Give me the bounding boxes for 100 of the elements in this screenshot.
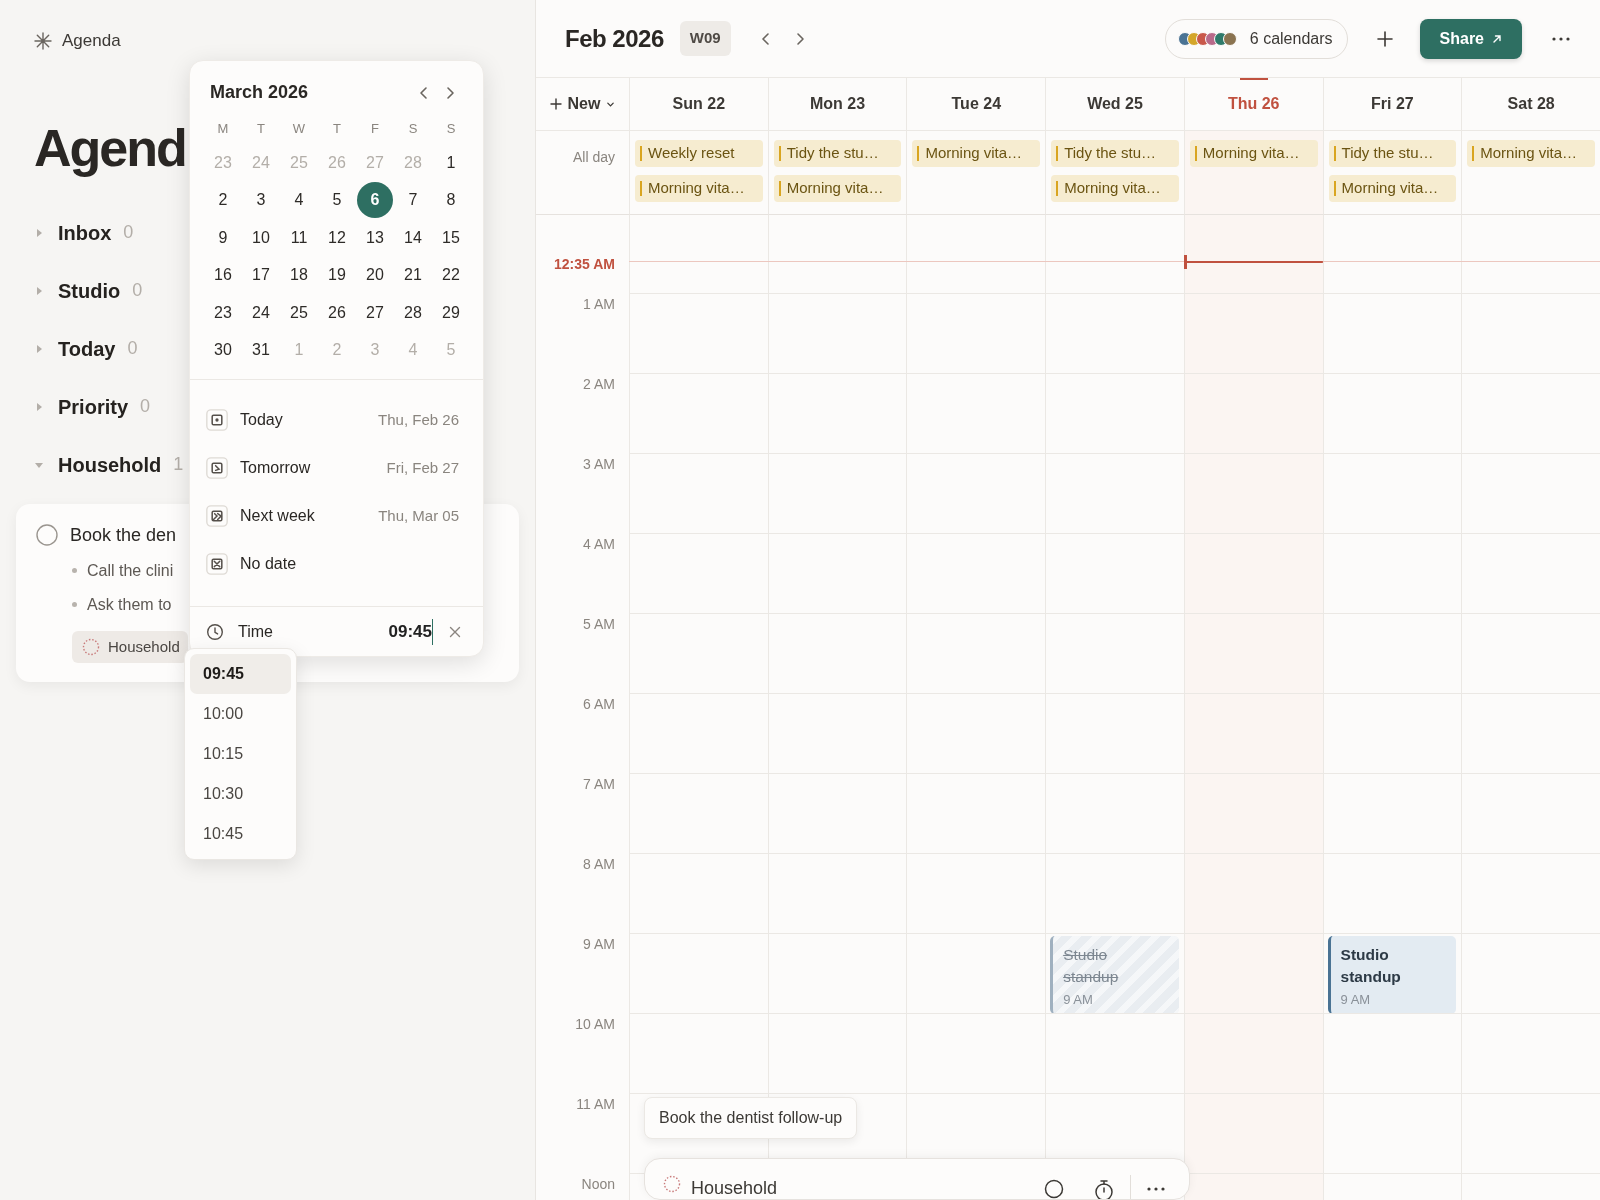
calendar-day[interactable]: 4 xyxy=(281,182,317,219)
day-header: Tue 24 xyxy=(906,78,1046,131)
calendar-day[interactable]: 26 xyxy=(319,294,355,331)
clock-icon xyxy=(206,622,224,641)
calendar-day[interactable]: 16 xyxy=(205,257,241,294)
dotted-circle-icon xyxy=(663,1175,681,1193)
hour-label: 10 AM xyxy=(575,1016,615,1032)
all-day-event[interactable]: Tidy the stu… xyxy=(773,140,902,167)
hour-label: 9 AM xyxy=(583,936,615,952)
date-shortcut[interactable]: No date xyxy=(190,540,483,588)
calendar-day[interactable]: 9 xyxy=(205,219,241,256)
hour-label: 11 AM xyxy=(576,1096,615,1112)
share-button[interactable]: Share xyxy=(1419,18,1522,59)
date-shortcut[interactable]: Tomorrow Fri, Feb 27 xyxy=(190,444,483,492)
calendar-day[interactable]: 15 xyxy=(433,219,469,256)
date-shortcut[interactable]: Today Thu, Feb 26 xyxy=(190,396,483,444)
calendar-day[interactable]: 2 xyxy=(205,182,241,219)
calendar-day[interactable]: 22 xyxy=(433,257,469,294)
new-button[interactable]: New xyxy=(536,78,629,131)
calendar-day[interactable]: 28 xyxy=(395,294,431,331)
caret-icon[interactable] xyxy=(34,227,44,238)
hour-label: 1 AM xyxy=(583,296,615,312)
calendar-day[interactable]: 20 xyxy=(357,257,393,294)
plus-icon xyxy=(1375,29,1394,48)
calendar-day[interactable]: 24 xyxy=(243,294,279,331)
time-option[interactable]: 10:30 xyxy=(190,774,291,814)
hour-label: 2 AM xyxy=(583,376,615,392)
calendar-day[interactable]: 17 xyxy=(243,257,279,294)
month-title: March 2026 xyxy=(210,81,310,104)
all-day-event[interactable]: Weekly reset xyxy=(635,140,763,167)
calendar-day[interactable]: 7 xyxy=(395,182,431,219)
calendar-day[interactable]: 19 xyxy=(319,257,355,294)
time-option[interactable]: 10:45 xyxy=(190,814,291,854)
group-label[interactable]: Inbox xyxy=(58,217,112,248)
event-title: Studio standup xyxy=(1063,945,1120,987)
time-option[interactable]: 10:15 xyxy=(190,734,291,774)
all-day-event[interactable]: Tidy the stu… xyxy=(1051,140,1179,167)
calendar-day[interactable]: 13 xyxy=(357,219,393,256)
calendar-day[interactable]: 31 xyxy=(243,332,279,369)
clear-button[interactable] xyxy=(449,625,461,638)
tag-label: Household xyxy=(108,636,180,657)
hour-label: 8 AM xyxy=(583,856,615,872)
calendar-day[interactable]: 30 xyxy=(205,332,241,369)
date-shortcut[interactable]: Next week Thu, Mar 05 xyxy=(190,492,483,540)
calendar-day[interactable]: 14 xyxy=(395,219,431,256)
calendar-day[interactable]: 3 xyxy=(243,182,279,219)
calendar-day[interactable]: 25 xyxy=(281,294,317,331)
time-field[interactable]: 09:45 xyxy=(363,619,433,645)
task-checkbox[interactable] xyxy=(36,524,58,546)
hour-label: Noon xyxy=(581,1176,615,1192)
group-count: 1 xyxy=(173,453,184,476)
calendars-button[interactable]: 6 calendars xyxy=(1164,18,1348,59)
dragged-task-chip[interactable]: Book the dentist follow-up xyxy=(644,1097,858,1139)
event-time: 9 AM xyxy=(1063,991,1094,1010)
bullet-icon xyxy=(72,568,77,573)
time-option[interactable]: 10:00 xyxy=(190,694,291,734)
all-day-event[interactable]: Morning vita… xyxy=(773,175,902,202)
calendar-day[interactable]: 18 xyxy=(281,257,317,294)
hour-label: 4 AM xyxy=(583,536,615,552)
day-header: Wed 25 xyxy=(1045,78,1184,131)
dotted-circle-icon xyxy=(82,637,100,656)
calendar-day[interactable]: 6 xyxy=(357,182,393,219)
all-day-event[interactable]: Morning vita… xyxy=(1328,175,1457,202)
calendar-day[interactable]: 10 xyxy=(243,219,279,256)
week-badge: W09 xyxy=(679,21,731,56)
day-header: Fri 27 xyxy=(1322,78,1462,131)
all-day-event[interactable]: Morning vita… xyxy=(912,140,1041,167)
weekday-label: S xyxy=(408,120,418,139)
caret-icon[interactable] xyxy=(34,401,44,412)
group-label[interactable]: Studio xyxy=(58,275,121,306)
hour-label: 7 AM xyxy=(583,776,615,792)
time-option[interactable]: 09:45 xyxy=(190,654,291,694)
all-day-event[interactable]: Tidy the stu… xyxy=(1328,140,1457,167)
caret-icon[interactable] xyxy=(34,343,44,354)
tag-chip[interactable]: Household xyxy=(72,630,188,663)
calendar-day[interactable]: 23 xyxy=(205,294,241,331)
calendar-day[interactable]: 5 xyxy=(319,182,355,219)
all-day-event[interactable]: Morning vita… xyxy=(1467,140,1595,167)
chevron-square-icon xyxy=(206,505,228,527)
calendar-day[interactable]: 21 xyxy=(395,257,431,294)
calendar-event[interactable]: Studio standup 9 AM xyxy=(1327,936,1457,1014)
caret-icon[interactable] xyxy=(34,285,44,296)
calendar-day[interactable]: 11 xyxy=(281,219,317,256)
current-time-label: 12:35 AM xyxy=(554,256,615,272)
calendar-day[interactable]: 12 xyxy=(319,219,355,256)
all-day-label: All day xyxy=(536,131,629,215)
group-label[interactable]: Household xyxy=(58,449,162,480)
all-day-event[interactable]: Morning vita… xyxy=(1051,175,1179,202)
calendar-day[interactable]: 29 xyxy=(433,294,469,331)
circle-icon xyxy=(1044,1179,1064,1199)
event-time: 9 AM xyxy=(1340,991,1372,1010)
all-day-event[interactable]: Morning vita… xyxy=(635,175,763,202)
group-count: 0 xyxy=(132,279,143,302)
calendar-day[interactable]: 8 xyxy=(433,182,469,219)
group-label[interactable]: Today xyxy=(58,333,116,364)
group-label[interactable]: Priority xyxy=(58,391,129,422)
all-day-event[interactable]: Morning vita… xyxy=(1189,140,1318,167)
calendar-day[interactable]: 27 xyxy=(357,294,393,331)
weekday-label: M xyxy=(217,120,229,139)
calendar-day[interactable]: 1 xyxy=(433,144,469,181)
